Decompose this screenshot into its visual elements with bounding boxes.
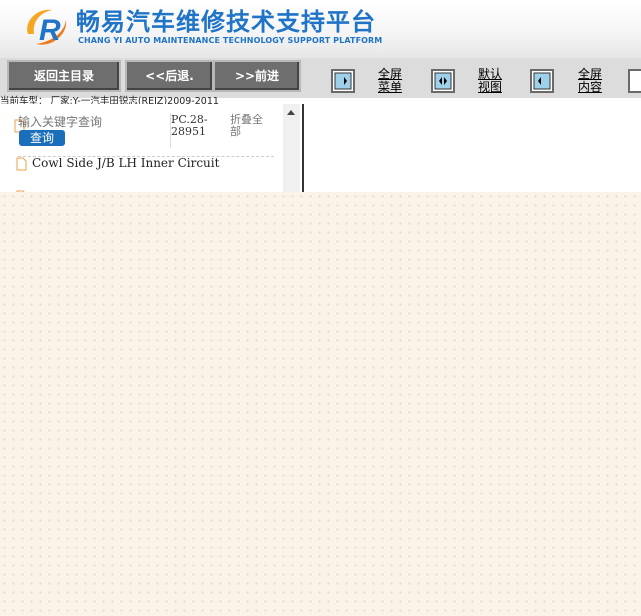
forward-button[interactable]: >>前进 — [213, 60, 301, 92]
fullscreen-content-icon[interactable] — [530, 69, 554, 93]
scroll-up-icon[interactable] — [287, 110, 295, 115]
extra-view-icon[interactable] — [628, 69, 641, 93]
back-to-main-button[interactable]: 返回主目录 — [7, 60, 121, 92]
default-view-icon[interactable] — [431, 69, 455, 93]
fullscreen-menu-label[interactable]: 全屏 菜单 — [375, 68, 405, 94]
document-icon — [16, 157, 27, 171]
svg-text:R: R — [39, 14, 61, 47]
toolbar: 返回主目录 <<后退. >>前进 全屏 菜单 默认 视图 全屏 内容 — [0, 58, 641, 98]
app-subtitle: CHANG YI AUTO MAINTENANCE TECHNOLOGY SUP… — [78, 36, 383, 45]
content-panel — [304, 104, 641, 192]
fullscreen-content-label[interactable]: 全屏 内容 — [575, 68, 605, 94]
back-button[interactable]: <<后退. — [125, 60, 214, 92]
search-button[interactable]: 查询 — [19, 130, 65, 146]
loading-overlay — [0, 192, 641, 616]
document-code: PC.28-28951 — [171, 113, 208, 138]
collapse-all-link[interactable]: 折叠全部 — [230, 114, 272, 138]
logo-icon: R — [27, 9, 67, 47]
app-title: 畅易汽车维修技术支持平台 — [76, 8, 376, 36]
app-header: R 畅易汽车维修技术支持平台 CHANG YI AUTO MAINTENANCE… — [0, 0, 641, 58]
search-input[interactable] — [18, 114, 163, 130]
tree-item[interactable]: Cowl Side J/B LH Inner Circuit — [32, 156, 219, 170]
scrollbar[interactable] — [283, 104, 300, 192]
fullscreen-menu-icon[interactable] — [331, 69, 355, 93]
default-view-label[interactable]: 默认 视图 — [475, 68, 505, 94]
